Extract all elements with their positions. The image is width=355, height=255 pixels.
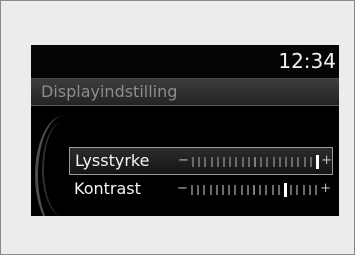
status-bar: 12:34	[31, 45, 339, 78]
page-title: Displayindstilling	[41, 82, 178, 101]
slider-ticks	[192, 155, 319, 169]
slider-tick	[279, 157, 281, 167]
slider-tick	[296, 185, 298, 195]
slider-tick	[265, 185, 267, 195]
slider-tick	[254, 157, 256, 167]
slider-tick	[191, 185, 193, 195]
slider-tick	[228, 185, 230, 195]
slider-tick	[291, 157, 293, 167]
title-bar: Displayindstilling	[31, 78, 339, 106]
slider-tick	[278, 185, 280, 195]
slider-tick	[272, 185, 274, 195]
slider-tick	[285, 157, 287, 167]
slider-tick	[248, 157, 250, 167]
slider-tick	[297, 157, 299, 167]
slider-tick	[309, 185, 311, 195]
slider-tick	[266, 157, 268, 167]
minus-icon: −	[178, 153, 189, 168]
slider-tick	[259, 185, 261, 195]
slider-tick	[253, 185, 255, 195]
slider-tick	[310, 157, 312, 167]
brightness-slider[interactable]: − +	[178, 153, 332, 170]
slider-tick	[216, 185, 218, 195]
slider-tick	[203, 185, 205, 195]
slider-level-marker	[316, 155, 319, 169]
plus-icon: +	[321, 153, 332, 168]
slider-tick	[242, 157, 244, 167]
plus-icon: +	[320, 181, 331, 196]
screenshot-frame: 12:34 Displayindstilling Lysstyrke − + K…	[0, 0, 355, 255]
slider-ticks	[191, 183, 317, 197]
slider-tick	[234, 185, 236, 195]
slider-tick	[210, 185, 212, 195]
contrast-slider[interactable]: − +	[177, 181, 331, 198]
slider-tick	[315, 185, 317, 195]
setting-row-brightness[interactable]: Lysstyrke − +	[69, 147, 333, 175]
slider-tick	[197, 185, 199, 195]
setting-row-contrast[interactable]: Kontrast − +	[69, 176, 333, 204]
display-screen: 12:34 Displayindstilling Lysstyrke − + K…	[31, 45, 339, 216]
slider-tick	[235, 157, 237, 167]
slider-tick	[217, 157, 219, 167]
slider-tick	[211, 157, 213, 167]
slider-tick	[273, 157, 275, 167]
slider-tick	[222, 185, 224, 195]
slider-tick	[304, 157, 306, 167]
setting-label-contrast: Kontrast	[74, 179, 141, 198]
slider-tick	[303, 185, 305, 195]
slider-level-marker	[284, 183, 287, 197]
slider-tick	[229, 157, 231, 167]
slider-tick	[204, 157, 206, 167]
slider-tick	[290, 185, 292, 195]
minus-icon: −	[177, 181, 188, 196]
clock: 12:34	[278, 49, 336, 73]
divider	[31, 105, 339, 106]
slider-tick	[247, 185, 249, 195]
setting-label-brightness: Lysstyrke	[75, 151, 150, 170]
slider-tick	[198, 157, 200, 167]
slider-tick	[223, 157, 225, 167]
slider-tick	[260, 157, 262, 167]
slider-tick	[241, 185, 243, 195]
slider-tick	[192, 157, 194, 167]
